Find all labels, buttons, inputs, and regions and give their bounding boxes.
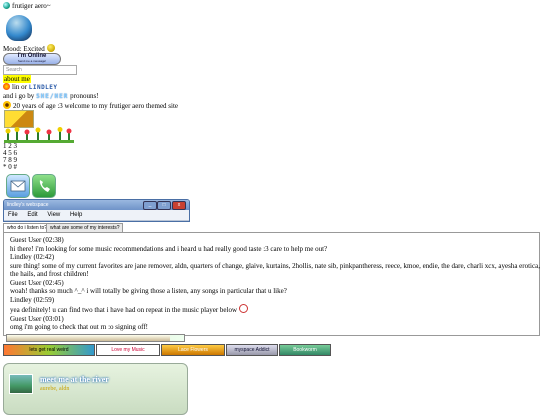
pronouns-line: and i go by SHE/HER pronouns!	[3, 92, 99, 100]
online-badge-row: I'm Online Send me a message!	[3, 53, 61, 65]
close-button[interactable]: x	[172, 201, 186, 210]
swirl-icon	[238, 304, 248, 313]
song-artists: aurebe, aldn	[40, 386, 70, 392]
avatar	[6, 15, 32, 41]
name-pixel-text: LINDLEY	[28, 84, 58, 91]
name-line: lin or LINDLEY	[3, 83, 58, 92]
flower-icon	[3, 83, 10, 90]
page-title: frutiger aero~	[12, 2, 51, 10]
music-progress-bar[interactable]	[6, 334, 185, 342]
header: frutiger aero~	[3, 2, 51, 10]
chat-log: Guest User (02:38) hi there! i'm looking…	[3, 232, 540, 336]
pronouns-pixel-text: SHE/HER	[36, 93, 69, 100]
song-card[interactable]: meet me at the river aurebe, aldn	[3, 363, 188, 415]
menu-file[interactable]: File	[8, 212, 18, 218]
phone-icon[interactable]	[32, 174, 56, 198]
menu-help[interactable]: Help	[70, 212, 82, 218]
sunflower-icon	[3, 101, 11, 109]
cassette-tapes-graphic	[4, 110, 34, 128]
chat-speaker: Guest User (02:45)	[10, 278, 64, 287]
window-title: lindley's webspace	[7, 202, 49, 208]
mood-label: Mood: Excited	[3, 45, 45, 53]
smiley-icon	[46, 44, 55, 52]
mood: Mood: Excited	[3, 44, 55, 53]
chat-speaker: Guest User (03:01)	[10, 314, 64, 323]
window-titlebar[interactable]: lindley's webspace _ □ x	[4, 200, 189, 210]
bio-line: 20 years of age :3 welcome to my frutige…	[3, 101, 178, 110]
chat-speaker: Lindley (02:59)	[10, 295, 55, 304]
chat-window: lindley's webspace _ □ x File Edit View …	[3, 199, 190, 222]
about-heading-row: about me	[3, 75, 31, 83]
chat-speaker: Lindley (02:42)	[10, 253, 55, 261]
chat-message: woah! thanks so much ^_^ i will totally …	[10, 287, 287, 295]
tab-who-do-i-listen-to[interactable]: who do i listen to?	[3, 223, 52, 232]
globe-icon	[3, 2, 10, 9]
chat-message: the hails, and frost children!	[10, 270, 89, 278]
maximize-button[interactable]: □	[157, 201, 171, 210]
song-thumbnail	[9, 374, 33, 394]
stamp: Lace Flowers	[161, 344, 225, 356]
menu-edit[interactable]: Edit	[27, 212, 37, 218]
search-input[interactable]: Search	[3, 65, 77, 75]
mail-icon[interactable]	[6, 174, 30, 198]
keypad: 1 2 3 4 5 6 7 8 9 * 0 #	[3, 143, 17, 171]
chat-message: yea definitely! u can find two that i ha…	[10, 306, 238, 314]
chat-speaker: Guest User (02:38)	[10, 236, 64, 244]
chat-message: hi there! i'm looking for some music rec…	[10, 244, 328, 253]
keypad-row: * 0 #	[3, 163, 17, 171]
minimize-button[interactable]: _	[143, 201, 157, 210]
tab-interests[interactable]: what are some of my interests?	[46, 223, 124, 232]
chat-message: omg i'm going to check that out rn :o si…	[10, 323, 149, 331]
stamp: Love my Music	[96, 344, 160, 356]
stamp: Bookworm	[279, 344, 331, 356]
garden-graphic	[4, 127, 74, 143]
menu-bar: File Edit View Help	[4, 210, 189, 221]
chat-message: sure thing! some of my current favorites…	[10, 261, 540, 270]
stamp: myspace Addict	[226, 344, 278, 356]
about-heading: about me	[3, 75, 31, 83]
menu-view[interactable]: View	[47, 212, 60, 218]
song-title: meet me at the river	[40, 375, 109, 384]
stamps-row: lets get real weird Love my Music Lace F…	[3, 344, 343, 356]
music-progress-fill	[7, 335, 170, 341]
online-badge[interactable]: I'm Online Send me a message!	[3, 53, 61, 65]
stamp: lets get real weird	[3, 344, 95, 356]
